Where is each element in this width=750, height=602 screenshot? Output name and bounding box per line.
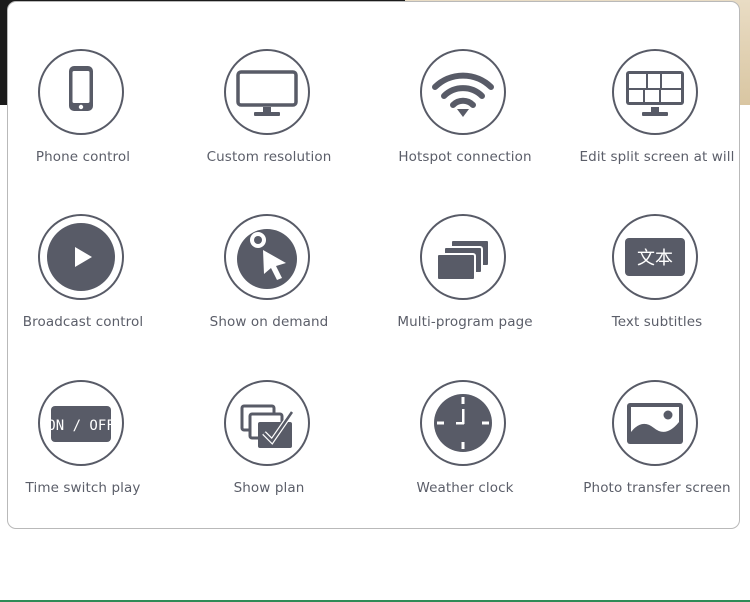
feature-show-on-demand[interactable]: Show on demand <box>179 214 359 364</box>
clock-icon[interactable] <box>420 380 506 466</box>
feature-hotspot-connection[interactable]: Hotspot connection <box>375 49 555 199</box>
play-icon[interactable] <box>38 214 124 300</box>
on-off-icon[interactable]: ON / OFF <box>38 380 124 466</box>
image-icon[interactable] <box>612 380 698 466</box>
feature-photo-transfer-screen[interactable]: Photo transfer screen <box>567 380 747 530</box>
text-subtitle-icon[interactable]: 文本 <box>612 214 698 300</box>
feature-broadcast-control[interactable]: Broadcast control <box>0 214 173 364</box>
phone-icon[interactable] <box>38 49 124 135</box>
feature-label: Phone control <box>35 149 131 165</box>
feature-show-plan[interactable]: Show plan <box>179 380 359 530</box>
wifi-icon[interactable] <box>420 49 506 135</box>
text-subtitle-glyph: 文本 <box>637 248 673 269</box>
checklist-icon[interactable] <box>224 380 310 466</box>
feature-label: Photo transfer screen <box>583 480 731 496</box>
on-off-glyph: ON / OFF <box>47 418 114 434</box>
feature-label: Show plan <box>233 480 305 496</box>
feature-custom-resolution[interactable]: Custom resolution <box>179 49 359 199</box>
feature-label: Hotspot connection <box>398 149 532 165</box>
feature-label: Time switch play <box>25 480 141 496</box>
feature-label: Edit split screen at will <box>579 149 735 165</box>
feature-label: Show on demand <box>209 314 329 330</box>
stacked-pages-icon[interactable] <box>420 214 506 300</box>
feature-label: Custom resolution <box>206 149 332 165</box>
feature-label: Weather clock <box>416 480 514 496</box>
split-screen-monitor-icon[interactable] <box>612 49 698 135</box>
feature-label: Broadcast control <box>22 314 144 330</box>
feature-text-subtitles[interactable]: 文本 Text subtitles <box>567 214 747 364</box>
feature-weather-clock[interactable]: Weather clock <box>375 380 555 530</box>
feature-phone-control[interactable]: Phone control <box>0 49 173 199</box>
features-panel: Phone control Custom resolution Hotspot … <box>7 1 740 529</box>
cursor-pointer-icon[interactable] <box>224 214 310 300</box>
feature-label: Multi-program page <box>397 314 533 330</box>
feature-edit-split-screen[interactable]: Edit split screen at will <box>567 49 747 199</box>
monitor-icon[interactable] <box>224 49 310 135</box>
feature-time-switch-play[interactable]: ON / OFF Time switch play <box>0 380 173 530</box>
feature-multi-program-page[interactable]: Multi-program page <box>375 214 555 364</box>
feature-label: Text subtitles <box>611 314 703 330</box>
